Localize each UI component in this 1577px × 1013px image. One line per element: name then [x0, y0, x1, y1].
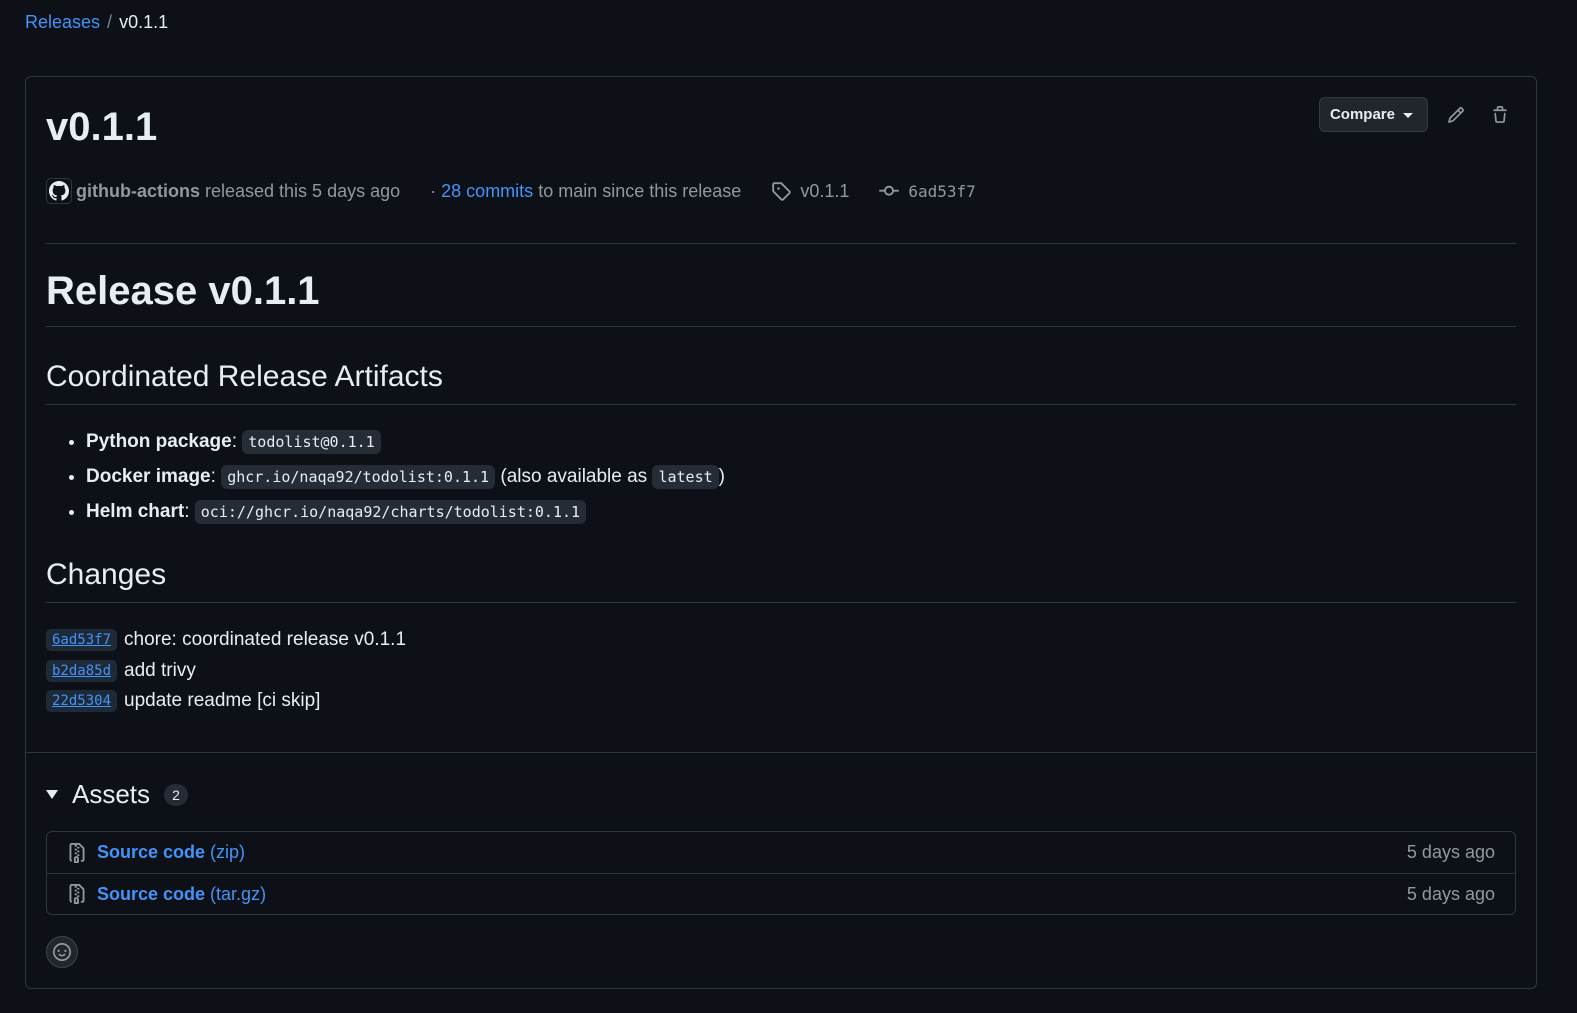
artifact-note-close: ): [718, 466, 725, 487]
artifact-label: Helm chart: [86, 501, 185, 522]
delete-button[interactable]: [1484, 99, 1516, 131]
file-zip-icon: [69, 884, 85, 904]
commit-sha-link[interactable]: b2da85d: [46, 659, 118, 682]
breadcrumb-releases-link[interactable]: Releases: [25, 12, 100, 33]
triangle-down-icon: [46, 790, 58, 799]
changes-divider: [46, 602, 1516, 603]
smiley-icon: [53, 943, 71, 961]
assets-divider: [26, 752, 1536, 753]
artifact-code: oci://ghcr.io/naqa92/charts/todolist:0.1…: [194, 500, 587, 524]
breadcrumb: Releases / v0.1.1: [25, 12, 168, 33]
header-divider: [46, 243, 1516, 244]
assets-toggle[interactable]: Assets 2: [46, 779, 189, 810]
commits-since: · 28 commits to main since this release: [430, 181, 741, 202]
artifact-note: (also available as: [500, 466, 648, 487]
compare-button[interactable]: Compare: [1318, 97, 1428, 132]
commit-message: update readme [ci skip]: [124, 690, 321, 712]
git-commit-icon: [879, 185, 900, 196]
commit-sha-link[interactable]: 6ad53f7: [879, 181, 976, 201]
asset-ext: (zip): [210, 842, 246, 862]
asset-link[interactable]: Source code (tar.gz): [67, 884, 266, 905]
compare-label: Compare: [1329, 106, 1395, 123]
artifact-label: Python package: [86, 431, 232, 452]
commit-sha-link[interactable]: 6ad53f7: [46, 629, 118, 652]
changes-heading: Changes: [46, 558, 167, 591]
commits-link[interactable]: 28 commits: [441, 181, 533, 201]
author-avatar[interactable]: [46, 178, 72, 204]
release-meta: github-actions released this 5 days ago …: [46, 178, 976, 204]
h1-divider: [46, 326, 1516, 327]
asset-name: Source code: [97, 883, 206, 904]
artifact-label: Docker image: [86, 466, 211, 487]
artifact-code: ghcr.io/naqa92/todolist:0.1.1: [221, 465, 496, 489]
list-item: 22d5304 update readme [ci skip]: [46, 686, 406, 717]
breadcrumb-separator: /: [107, 12, 113, 32]
artifacts-heading: Coordinated Release Artifacts: [46, 360, 443, 393]
list-item: Helm chart: oci://ghcr.io/naqa92/charts/…: [86, 497, 725, 532]
asset-link[interactable]: Source code (zip): [67, 842, 245, 863]
edit-button[interactable]: [1440, 99, 1472, 131]
tag-icon: [772, 182, 792, 201]
commit-sha-link[interactable]: 22d5304: [46, 690, 118, 713]
asset-ext: (tar.gz): [210, 883, 267, 904]
release-notes-title: Release v0.1.1: [46, 269, 320, 313]
released-text: released this 5 days ago: [205, 180, 401, 201]
commit-message: chore: coordinated release v0.1.1: [124, 629, 407, 651]
artifact-colon: :: [184, 501, 190, 522]
release-actions: Compare: [1318, 97, 1516, 132]
breadcrumb-current: v0.1.1: [119, 12, 169, 32]
changes-list: 6ad53f7 chore: coordinated release v0.1.…: [46, 625, 406, 717]
asset-date: 5 days ago: [1406, 883, 1495, 904]
triangle-down-icon: [1403, 113, 1413, 118]
artifact-code: todolist@0.1.1: [242, 430, 381, 454]
asset-name: Source code: [97, 842, 206, 862]
github-mark-icon: [49, 181, 69, 201]
artifact-colon: :: [210, 466, 216, 487]
artifacts-list: Python package: todolist@0.1.1 Docker im…: [86, 427, 725, 532]
tag-label: v0.1.1: [800, 180, 850, 201]
asset-row: Source code (tar.gz) 5 days ago: [47, 873, 1515, 914]
assets-count-badge: 2: [164, 783, 189, 806]
list-item: b2da85d add trivy: [46, 656, 406, 687]
list-item: Docker image: ghcr.io/naqa92/todolist:0.…: [86, 462, 725, 497]
tag-link[interactable]: v0.1.1: [771, 181, 849, 202]
artifacts-divider: [46, 404, 1516, 405]
commit-message: add trivy: [124, 659, 196, 681]
assets-label: Assets: [72, 779, 151, 809]
release-title: v0.1.1: [46, 105, 158, 149]
commits-suffix: to main since this release: [538, 180, 742, 201]
commits-prefix: ·: [430, 180, 437, 201]
file-zip-icon: [69, 842, 85, 863]
list-item: Python package: todolist@0.1.1: [86, 427, 725, 462]
pencil-icon: [1448, 106, 1464, 123]
list-item: 6ad53f7 chore: coordinated release v0.1.…: [46, 625, 406, 656]
author-link[interactable]: github-actions: [76, 181, 200, 202]
asset-list: Source code (zip) 5 days ago Source code(…: [46, 831, 1516, 915]
asset-row: Source code (zip) 5 days ago: [47, 832, 1515, 873]
artifact-alias-code: latest: [652, 465, 719, 489]
add-reaction-button[interactable]: [46, 936, 78, 968]
release-box: v0.1.1 Compare github-actions released t…: [25, 76, 1537, 989]
artifact-colon: :: [231, 431, 237, 452]
asset-date: 5 days ago: [1406, 842, 1495, 862]
trash-icon: [1493, 105, 1507, 123]
commit-sha-label: 6ad53f7: [908, 181, 976, 201]
